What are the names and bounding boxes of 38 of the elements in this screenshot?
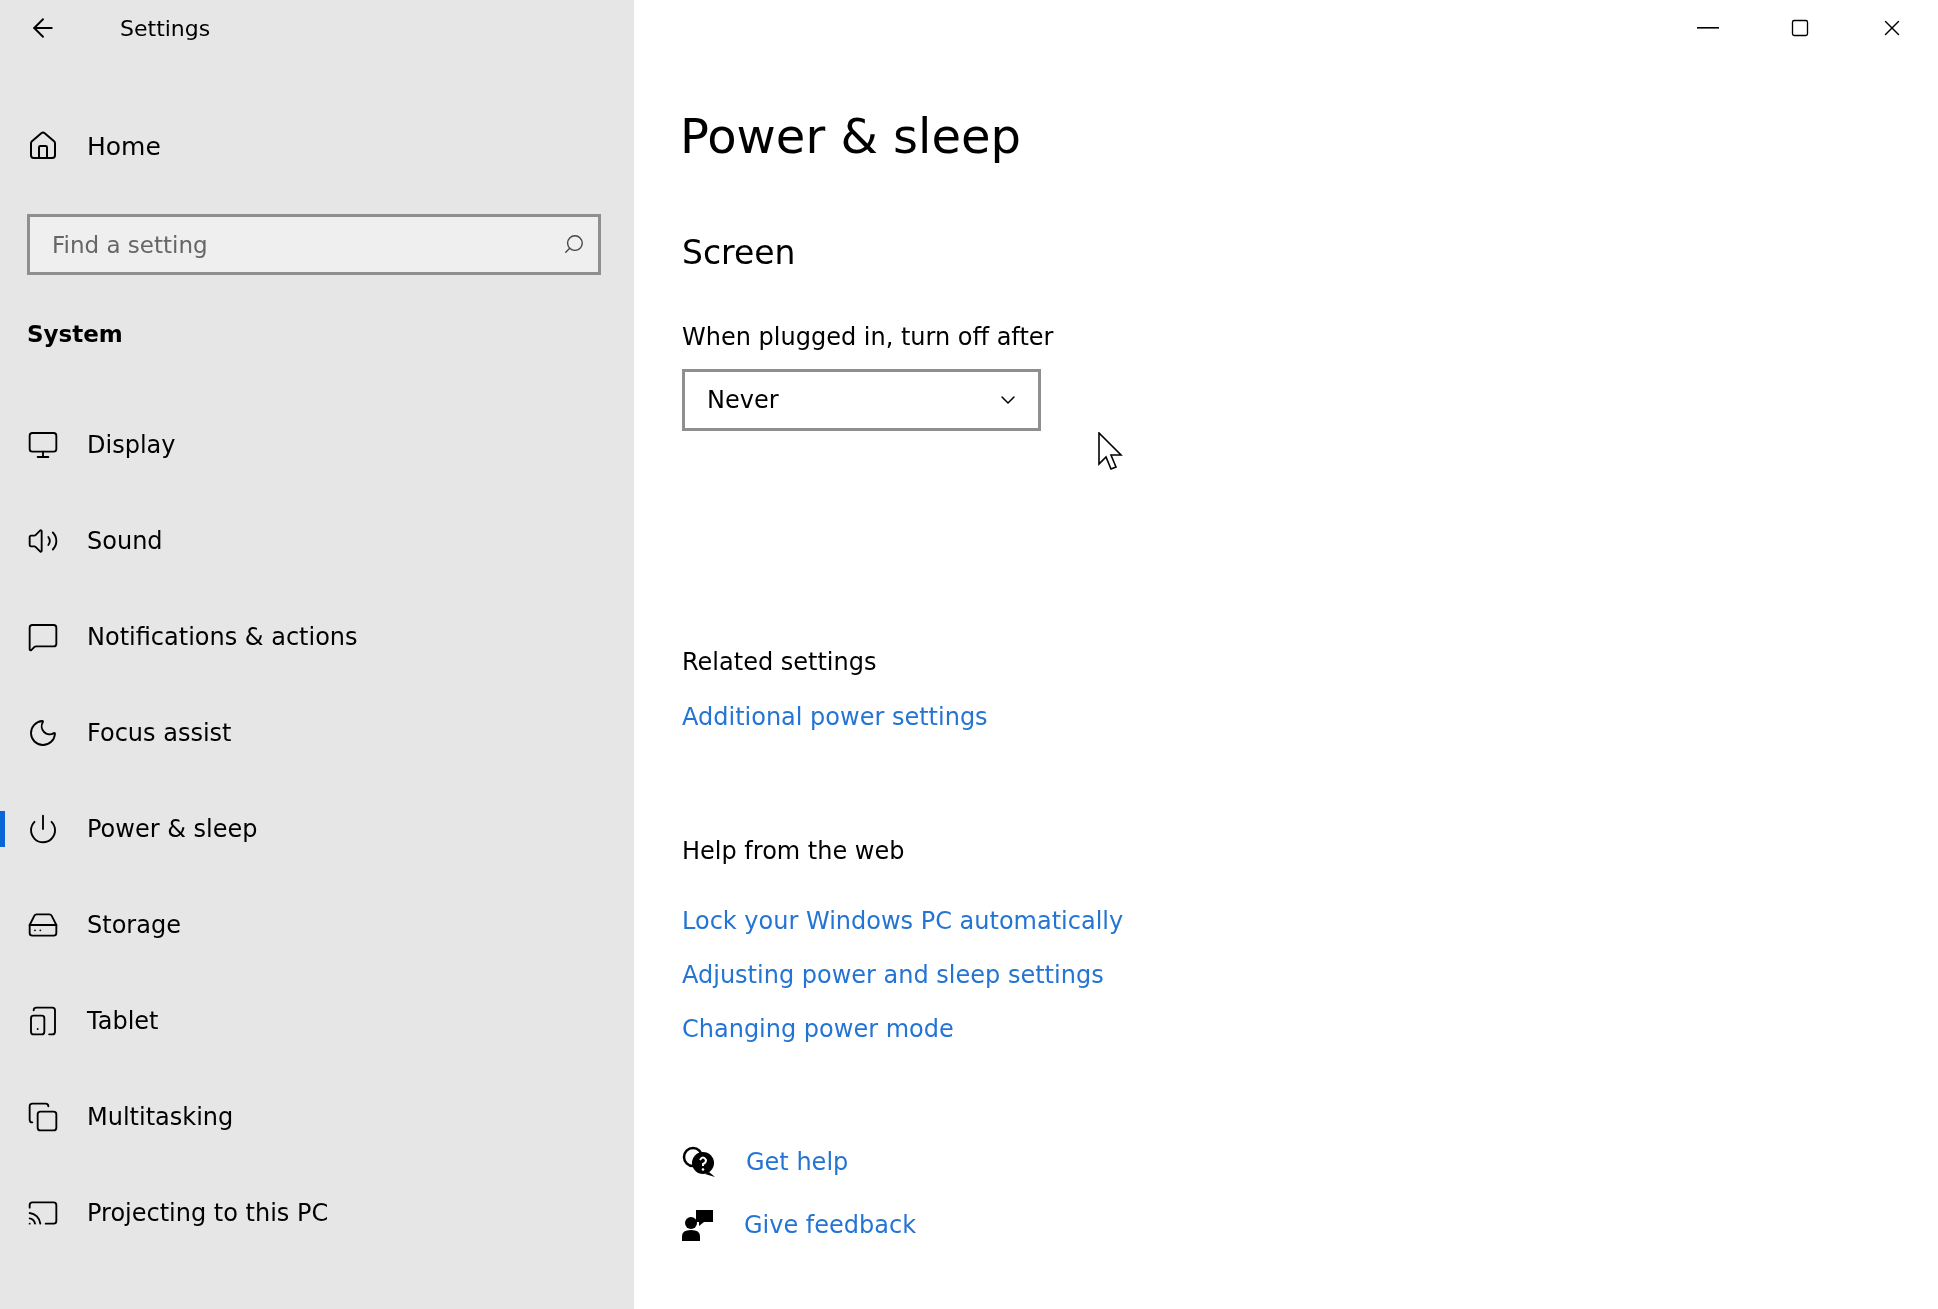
window-title: Settings (120, 15, 211, 41)
section-heading: Screen (682, 233, 796, 272)
section-heading: Related settings (682, 648, 877, 676)
message-icon (27, 621, 59, 653)
link[interactable]: Changing power mode (682, 1015, 954, 1043)
section-heading: System (27, 321, 124, 347)
sidebar-item[interactable]: Display (0, 397, 634, 493)
section-heading: Help from the web (682, 837, 905, 865)
monitor-icon (27, 429, 59, 461)
sidebar-item[interactable]: Projecting to this PC (0, 1165, 634, 1261)
moon-icon (27, 717, 59, 749)
windows-icon (27, 1101, 59, 1133)
minimize-icon (1697, 27, 1719, 29)
sidebar-item[interactable]: Focus assist (0, 685, 634, 781)
link[interactable]: Get help (746, 1148, 849, 1176)
sidebar-item[interactable]: Tablet (0, 973, 634, 1069)
link[interactable]: Additional power settings (682, 703, 988, 731)
home-nav-item[interactable]: Home (0, 115, 634, 177)
link[interactable]: Give feedback (744, 1211, 917, 1239)
mouse-cursor-icon (1098, 432, 1124, 472)
sidebar-item[interactable]: Multitasking (0, 1069, 634, 1165)
feedback-person-icon (682, 1209, 714, 1241)
search-icon (563, 233, 585, 255)
sidebar-item[interactable]: Sound (0, 493, 634, 589)
tablet-icon (27, 1005, 59, 1037)
maximize-icon (1790, 18, 1810, 38)
link[interactable]: Adjusting power and sleep settings (682, 961, 1104, 989)
sidebar-item[interactable]: Power & sleep (0, 781, 634, 877)
help-chat-icon (682, 1146, 716, 1178)
setting-label: When plugged in, turn off after (682, 323, 1054, 351)
link[interactable]: Lock your Windows PC automatically (682, 907, 1124, 935)
page-title: Power & sleep (680, 108, 1021, 164)
sidebar-item[interactable]: Notifications & actions (0, 589, 634, 685)
home-icon (27, 130, 59, 162)
timeout-dropdown[interactable]: Never (682, 369, 1041, 431)
sidebar-item[interactable]: Storage (0, 877, 634, 973)
search-field[interactable]: Find a setting (27, 214, 601, 275)
power-icon (27, 813, 59, 845)
